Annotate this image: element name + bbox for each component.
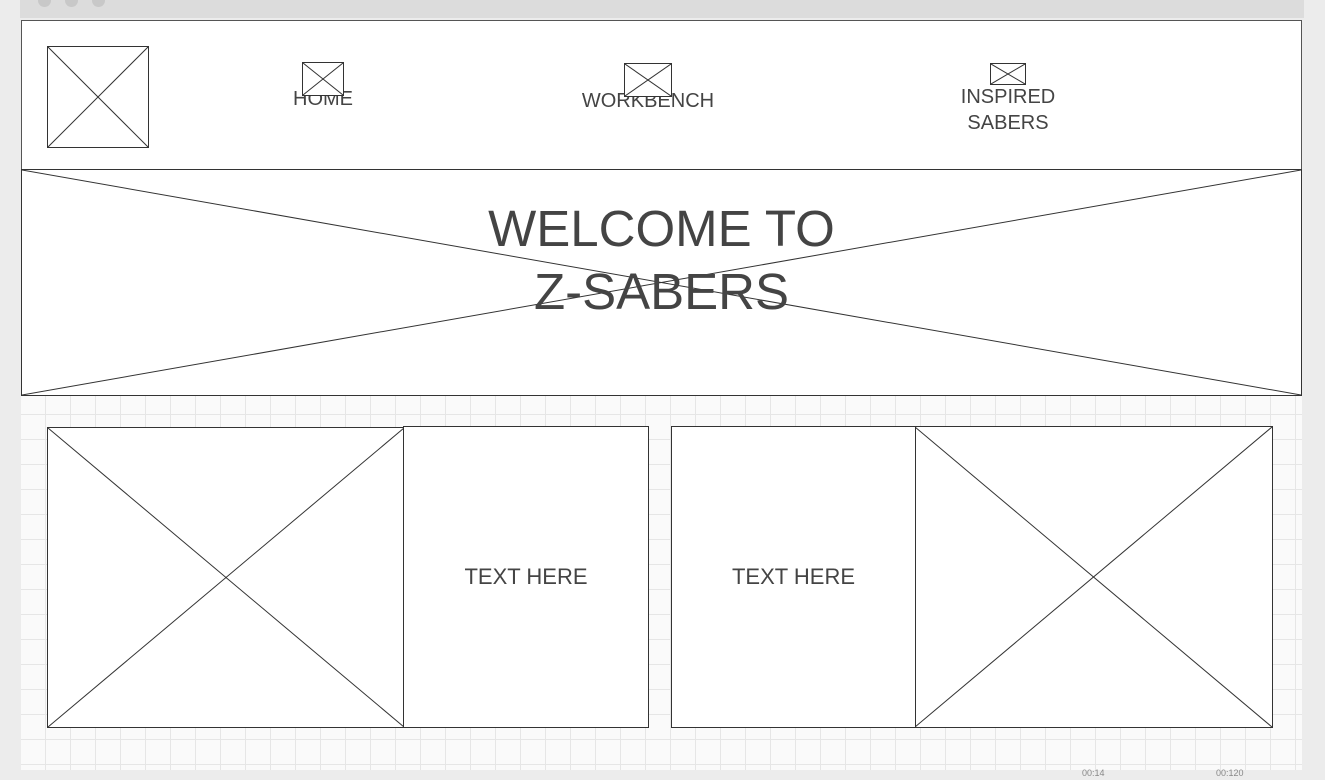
- navbar: HOME WORKBENCH INSPIRED SABERS: [21, 20, 1302, 170]
- status-right-value: 00:120: [1216, 768, 1244, 778]
- inspired-sabers-image-icon: [990, 63, 1026, 85]
- card-1-image-icon: [48, 428, 404, 727]
- card-1-text: TEXT HERE: [464, 564, 588, 589]
- window-minimize-dot[interactable]: [65, 0, 78, 7]
- window-titlebar: [20, 0, 1304, 18]
- nav-item-workbench[interactable]: WORKBENCH: [563, 63, 733, 114]
- card-1-image-placeholder[interactable]: [47, 427, 405, 728]
- card-1-text-panel: TEXT HERE: [403, 426, 649, 728]
- image-placeholder-icon: [48, 47, 148, 147]
- card-2-image-icon: [915, 427, 1272, 727]
- workbench-image-icon: [624, 63, 672, 97]
- hero-title: WELCOME TO Z-SABERS: [488, 200, 835, 320]
- nav-item-inspired-sabers[interactable]: INSPIRED SABERS: [943, 63, 1073, 136]
- home-image-icon: [302, 62, 344, 96]
- hero-banner: WELCOME TO Z-SABERS: [21, 169, 1302, 396]
- wireframe-canvas: HOME WORKBENCH INSPIRED SABERS WELCOME T…: [21, 20, 1302, 770]
- status-left-value: 00:14: [1082, 768, 1105, 778]
- window-maximize-dot[interactable]: [92, 0, 105, 7]
- card-2-text: TEXT HERE: [731, 564, 856, 589]
- nav-label-inspired-sabers: INSPIRED SABERS: [960, 86, 1056, 134]
- window-close-dot[interactable]: [38, 0, 51, 7]
- logo-placeholder[interactable]: [47, 46, 149, 148]
- card-2-text-panel: TEXT HERE: [671, 426, 916, 728]
- card-2-image-placeholder[interactable]: [914, 426, 1273, 728]
- nav-item-home[interactable]: HOME: [273, 62, 373, 112]
